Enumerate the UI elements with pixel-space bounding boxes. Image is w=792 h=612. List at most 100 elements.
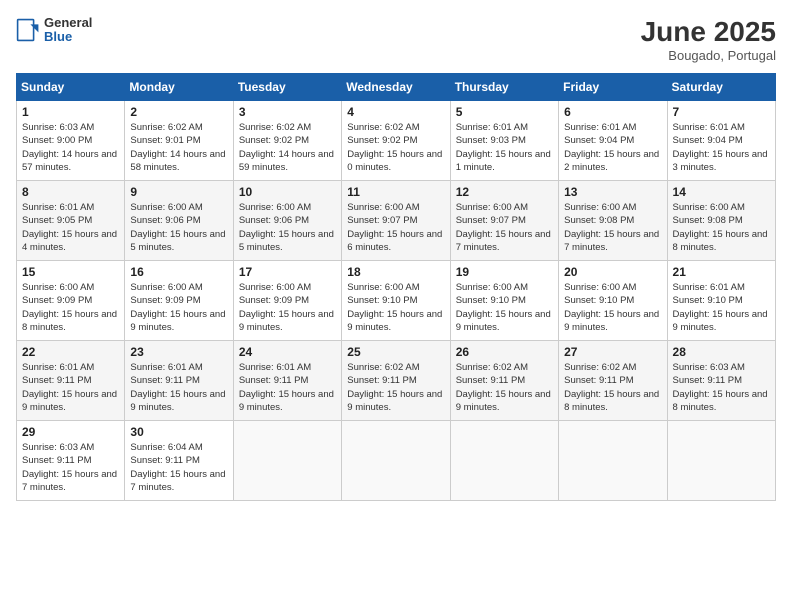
- day-info: Sunrise: 6:00 AM Sunset: 9:10 PM Dayligh…: [456, 281, 553, 334]
- day-info: Sunrise: 6:01 AM Sunset: 9:11 PM Dayligh…: [239, 361, 336, 414]
- day-info: Sunrise: 6:03 AM Sunset: 9:11 PM Dayligh…: [673, 361, 770, 414]
- day-number: 20: [564, 265, 661, 279]
- table-row: 26 Sunrise: 6:02 AM Sunset: 9:11 PM Dayli…: [450, 341, 558, 421]
- col-tuesday: Tuesday: [233, 74, 341, 101]
- logo-icon: [16, 18, 40, 42]
- day-number: 17: [239, 265, 336, 279]
- day-info: Sunrise: 6:00 AM Sunset: 9:06 PM Dayligh…: [239, 201, 336, 254]
- col-monday: Monday: [125, 74, 233, 101]
- day-number: 28: [673, 345, 770, 359]
- col-sunday: Sunday: [17, 74, 125, 101]
- day-number: 25: [347, 345, 444, 359]
- day-number: 10: [239, 185, 336, 199]
- logo-line1: General: [44, 16, 92, 30]
- day-number: 26: [456, 345, 553, 359]
- table-row: [450, 421, 558, 501]
- table-row: 27Sunrise: 6:02 AM Sunset: 9:11 PM Dayli…: [559, 341, 667, 421]
- day-number: 11: [347, 185, 444, 199]
- table-row: 14 Sunrise: 6:00 AM Sunset: 9:08 PM Dayli…: [667, 181, 775, 261]
- calendar-week-3: 15 Sunrise: 6:00 AM Sunset: 9:09 PM Dayli…: [17, 261, 776, 341]
- day-info: Sunrise: 6:02 AM Sunset: 9:02 PM Dayligh…: [239, 121, 336, 174]
- day-number: 24: [239, 345, 336, 359]
- table-row: 1 Sunrise: 6:03 AM Sunset: 9:00 PM Daylig…: [17, 101, 125, 181]
- table-row: 12Sunrise: 6:00 AM Sunset: 9:07 PM Dayli…: [450, 181, 558, 261]
- day-number: 22: [22, 345, 119, 359]
- day-info: Sunrise: 6:00 AM Sunset: 9:06 PM Dayligh…: [130, 201, 227, 254]
- col-thursday: Thursday: [450, 74, 558, 101]
- table-row: 23 Sunrise: 6:01 AM Sunset: 9:11 PM Dayli…: [125, 341, 233, 421]
- table-row: 29 Sunrise: 6:03 AM Sunset: 9:11 PM Dayli…: [17, 421, 125, 501]
- table-row: [667, 421, 775, 501]
- table-row: [342, 421, 450, 501]
- day-info: Sunrise: 6:04 AM Sunset: 9:11 PM Dayligh…: [130, 441, 227, 494]
- logo-line2: Blue: [44, 30, 92, 44]
- table-row: 6 Sunrise: 6:01 AM Sunset: 9:04 PM Daylig…: [559, 101, 667, 181]
- calendar-table: Sunday Monday Tuesday Wednesday Thursday…: [16, 73, 776, 501]
- day-number: 21: [673, 265, 770, 279]
- table-row: 7 Sunrise: 6:01 AM Sunset: 9:04 PM Daylig…: [667, 101, 775, 181]
- day-info: Sunrise: 6:00 AM Sunset: 9:07 PM Dayligh…: [456, 201, 553, 254]
- day-info: Sunrise: 6:00 AM Sunset: 9:07 PM Dayligh…: [347, 201, 444, 254]
- table-row: [233, 421, 341, 501]
- day-number: 5: [456, 105, 553, 119]
- calendar-week-4: 22 Sunrise: 6:01 AM Sunset: 9:11 PM Dayli…: [17, 341, 776, 421]
- day-info: Sunrise: 6:01 AM Sunset: 9:04 PM Dayligh…: [564, 121, 661, 174]
- day-info: Sunrise: 6:00 AM Sunset: 9:08 PM Dayligh…: [564, 201, 661, 254]
- day-number: 18: [347, 265, 444, 279]
- day-info: Sunrise: 6:02 AM Sunset: 9:01 PM Dayligh…: [130, 121, 227, 174]
- day-number: 16: [130, 265, 227, 279]
- day-info: Sunrise: 6:03 AM Sunset: 9:11 PM Dayligh…: [22, 441, 119, 494]
- calendar-week-2: 8Sunrise: 6:01 AM Sunset: 9:05 PM Daylig…: [17, 181, 776, 261]
- table-row: 5Sunrise: 6:01 AM Sunset: 9:03 PM Daylig…: [450, 101, 558, 181]
- col-friday: Friday: [559, 74, 667, 101]
- table-row: 3Sunrise: 6:02 AM Sunset: 9:02 PM Daylig…: [233, 101, 341, 181]
- day-number: 7: [673, 105, 770, 119]
- location-subtitle: Bougado, Portugal: [641, 48, 776, 63]
- table-row: 21 Sunrise: 6:01 AM Sunset: 9:10 PM Dayli…: [667, 261, 775, 341]
- calendar-week-1: 1 Sunrise: 6:03 AM Sunset: 9:00 PM Daylig…: [17, 101, 776, 181]
- table-row: 16 Sunrise: 6:00 AM Sunset: 9:09 PM Dayli…: [125, 261, 233, 341]
- day-number: 19: [456, 265, 553, 279]
- day-number: 14: [673, 185, 770, 199]
- table-row: [559, 421, 667, 501]
- day-info: Sunrise: 6:03 AM Sunset: 9:00 PM Dayligh…: [22, 121, 119, 174]
- day-info: Sunrise: 6:01 AM Sunset: 9:10 PM Dayligh…: [673, 281, 770, 334]
- table-row: 19 Sunrise: 6:00 AM Sunset: 9:10 PM Dayli…: [450, 261, 558, 341]
- month-year-title: June 2025: [641, 16, 776, 48]
- table-row: 4Sunrise: 6:02 AM Sunset: 9:02 PM Daylig…: [342, 101, 450, 181]
- day-number: 9: [130, 185, 227, 199]
- day-number: 15: [22, 265, 119, 279]
- day-number: 23: [130, 345, 227, 359]
- day-info: Sunrise: 6:00 AM Sunset: 9:08 PM Dayligh…: [673, 201, 770, 254]
- day-info: Sunrise: 6:01 AM Sunset: 9:11 PM Dayligh…: [22, 361, 119, 414]
- table-row: 10 Sunrise: 6:00 AM Sunset: 9:06 PM Dayli…: [233, 181, 341, 261]
- logo-text: General Blue: [44, 16, 92, 45]
- table-row: 17 Sunrise: 6:00 AM Sunset: 9:09 PM Dayli…: [233, 261, 341, 341]
- day-info: Sunrise: 6:00 AM Sunset: 9:09 PM Dayligh…: [22, 281, 119, 334]
- day-info: Sunrise: 6:01 AM Sunset: 9:11 PM Dayligh…: [130, 361, 227, 414]
- day-info: Sunrise: 6:02 AM Sunset: 9:11 PM Dayligh…: [347, 361, 444, 414]
- day-number: 27: [564, 345, 661, 359]
- day-number: 6: [564, 105, 661, 119]
- day-info: Sunrise: 6:00 AM Sunset: 9:09 PM Dayligh…: [239, 281, 336, 334]
- day-info: Sunrise: 6:01 AM Sunset: 9:04 PM Dayligh…: [673, 121, 770, 174]
- title-block: June 2025 Bougado, Portugal: [641, 16, 776, 63]
- table-row: 24 Sunrise: 6:01 AM Sunset: 9:11 PM Dayli…: [233, 341, 341, 421]
- calendar-week-5: 29 Sunrise: 6:03 AM Sunset: 9:11 PM Dayli…: [17, 421, 776, 501]
- day-info: Sunrise: 6:01 AM Sunset: 9:05 PM Dayligh…: [22, 201, 119, 254]
- day-number: 4: [347, 105, 444, 119]
- day-info: Sunrise: 6:02 AM Sunset: 9:11 PM Dayligh…: [456, 361, 553, 414]
- day-info: Sunrise: 6:00 AM Sunset: 9:09 PM Dayligh…: [130, 281, 227, 334]
- table-row: 20 Sunrise: 6:00 AM Sunset: 9:10 PM Dayli…: [559, 261, 667, 341]
- day-number: 13: [564, 185, 661, 199]
- table-row: 28 Sunrise: 6:03 AM Sunset: 9:11 PM Dayli…: [667, 341, 775, 421]
- table-row: 25 Sunrise: 6:02 AM Sunset: 9:11 PM Dayli…: [342, 341, 450, 421]
- day-info: Sunrise: 6:00 AM Sunset: 9:10 PM Dayligh…: [564, 281, 661, 334]
- day-number: 29: [22, 425, 119, 439]
- day-number: 30: [130, 425, 227, 439]
- table-row: 15 Sunrise: 6:00 AM Sunset: 9:09 PM Dayli…: [17, 261, 125, 341]
- table-row: 2Sunrise: 6:02 AM Sunset: 9:01 PM Daylig…: [125, 101, 233, 181]
- table-row: 8Sunrise: 6:01 AM Sunset: 9:05 PM Daylig…: [17, 181, 125, 261]
- col-wednesday: Wednesday: [342, 74, 450, 101]
- day-number: 1: [22, 105, 119, 119]
